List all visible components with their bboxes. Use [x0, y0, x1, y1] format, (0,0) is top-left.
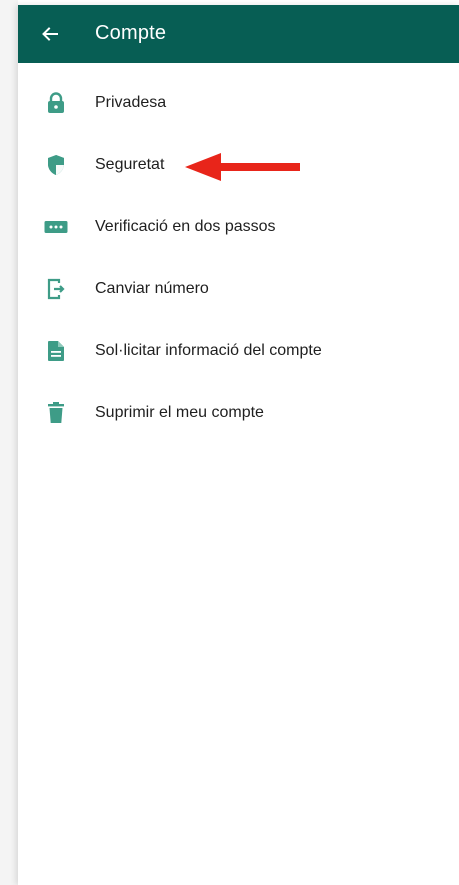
arrow-left-icon — [42, 27, 58, 41]
phone-change-icon — [44, 277, 68, 301]
menu-item-request-account-info[interactable]: Sol·licitar informació del compte — [18, 320, 459, 382]
screen-edge — [0, 0, 18, 885]
lock-icon — [44, 91, 68, 115]
menu-item-label: Suprimir el meu compte — [95, 404, 264, 421]
settings-menu: Privadesa Seguretat Verificació en dos p… — [18, 72, 459, 444]
dots-password-icon — [44, 215, 68, 239]
menu-item-label: Privadesa — [95, 94, 167, 111]
menu-item-two-step-verification[interactable]: Verificació en dos passos — [18, 196, 459, 258]
red-arrow-annotation — [185, 153, 300, 181]
document-icon — [44, 339, 68, 363]
menu-item-label: Verificació en dos passos — [95, 218, 276, 235]
trash-icon — [44, 401, 68, 425]
menu-item-label: Canviar número — [95, 280, 209, 297]
shield-icon — [44, 153, 68, 177]
page-title: Compte — [95, 22, 167, 44]
back-button[interactable] — [36, 20, 64, 48]
menu-item-delete-account[interactable]: Suprimir el meu compte — [18, 382, 459, 444]
menu-item-change-number[interactable]: Canviar número — [18, 258, 459, 320]
menu-item-privacy[interactable]: Privadesa — [18, 72, 459, 134]
app-bar: Compte — [18, 5, 459, 63]
menu-item-label: Sol·licitar informació del compte — [95, 342, 322, 359]
menu-item-label: Seguretat — [95, 156, 165, 173]
